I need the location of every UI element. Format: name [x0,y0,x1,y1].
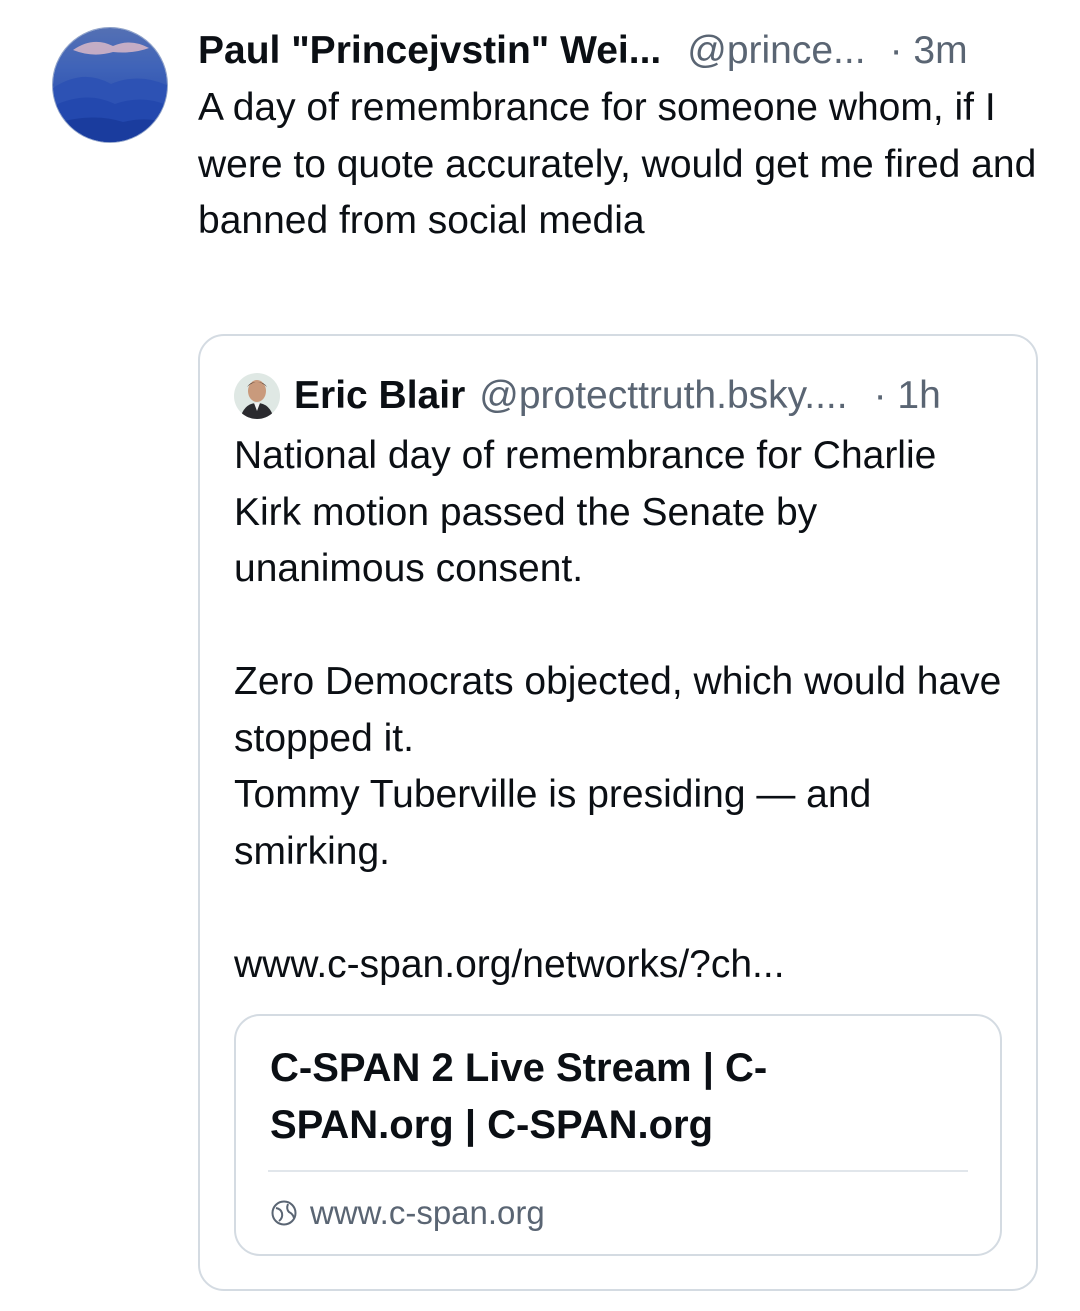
link-preview-domain: www.c-span.org [310,1194,545,1231]
author-handle[interactable]: @prince... [687,22,865,80]
globe-icon [270,1199,298,1227]
post-timestamp[interactable]: · 3m [890,22,968,80]
post[interactable]: Paul "Princejvstin" Wei... @prince... · … [0,0,1080,1311]
author-avatar[interactable] [52,27,168,143]
quoted-post-header: Eric Blair @protecttruth.bsky.... · 1h [234,366,941,426]
quoted-author-display-name[interactable]: Eric Blair [294,374,465,418]
post-text: A day of remembrance for someone whom, i… [198,86,1037,242]
link-preview-divider [268,1170,968,1172]
quoted-author-avatar[interactable] [234,373,280,419]
quoted-post[interactable]: Eric Blair @protecttruth.bsky.... · 1h N… [198,334,1038,1291]
author-display-name[interactable]: Paul "Princejvstin" Wei... [198,22,661,80]
quoted-post-timestamp[interactable]: · 1h [874,374,941,418]
post-body: Paul "Princejvstin" Wei... @prince... · … [198,22,1040,250]
link-preview-title[interactable]: C-SPAN 2 Live Stream | C-SPAN.org | C-SP… [270,1040,890,1154]
post-header: Paul "Princejvstin" Wei... @prince... · … [198,22,1040,80]
link-preview-domain-row: www.c-span.org [270,1188,545,1238]
quoted-author-handle[interactable]: @protecttruth.bsky.... [479,374,847,418]
quoted-post-text: National day of remembrance for Charlie … [234,434,1002,986]
link-preview-card[interactable]: C-SPAN 2 Live Stream | C-SPAN.org | C-SP… [234,1014,1002,1256]
